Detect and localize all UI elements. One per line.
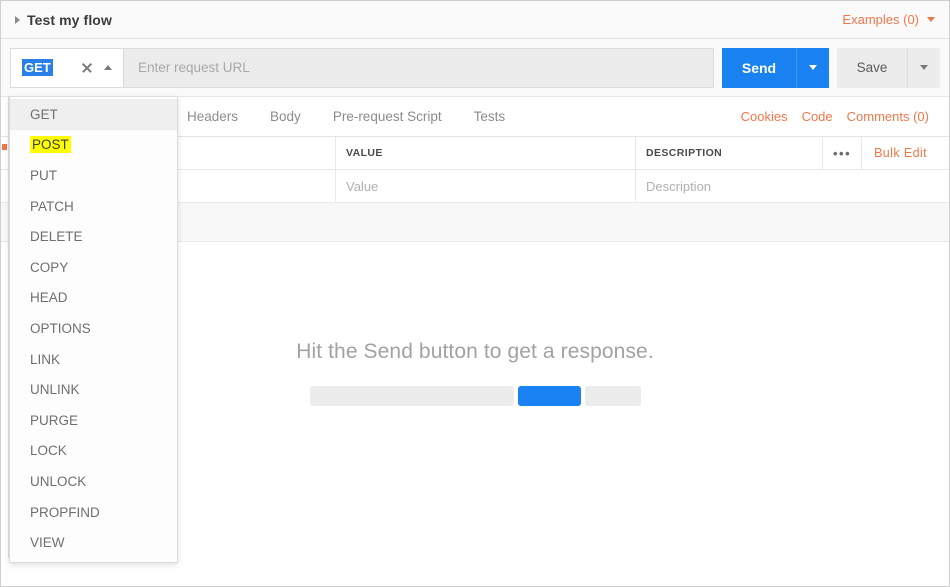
comments-link[interactable]: Comments (0) <box>847 109 929 124</box>
url-placeholder: Enter request URL <box>138 60 250 75</box>
chevron-down-icon <box>809 65 817 70</box>
placeholder-bar-right <box>584 386 641 406</box>
cookies-link[interactable]: Cookies <box>741 109 788 124</box>
cell-description-input[interactable]: Description <box>636 170 949 202</box>
close-icon[interactable] <box>81 62 93 74</box>
placeholder-bar-accent <box>517 386 581 406</box>
tab-body[interactable]: Body <box>254 97 317 136</box>
send-button[interactable]: Send <box>722 47 796 88</box>
method-option-label: VIEW <box>30 535 65 551</box>
send-button-group: Send <box>722 47 829 88</box>
method-option-lock[interactable]: LOCK <box>10 436 177 467</box>
method-option-get[interactable]: GET <box>10 99 177 130</box>
placeholder-bar-left <box>309 386 514 406</box>
method-option-label: UNLOCK <box>30 473 87 489</box>
response-empty-message: Hit the Send button to get a response. <box>296 340 654 363</box>
method-option-label: POST <box>30 136 71 154</box>
ellipsis-icon[interactable]: ••• <box>822 137 861 169</box>
active-request-marker <box>2 144 7 150</box>
cell-value-input[interactable]: Value <box>336 170 636 202</box>
url-input[interactable]: Enter request URL <box>124 48 713 87</box>
method-option-options[interactable]: OPTIONS <box>10 313 177 344</box>
method-url-group: GET Enter request URL <box>10 47 714 88</box>
method-option-unlink[interactable]: UNLINK <box>10 374 177 405</box>
method-option-label: DELETE <box>30 229 83 245</box>
method-option-label: COPY <box>30 259 69 275</box>
method-option-unlock[interactable]: UNLOCK <box>10 466 177 497</box>
method-option-label: LOCK <box>30 443 67 459</box>
code-link[interactable]: Code <box>802 109 833 124</box>
bulk-edit-button[interactable]: Bulk Edit <box>861 137 939 169</box>
response-placeholder-illustration <box>309 386 641 406</box>
method-option-view[interactable]: VIEW <box>10 527 177 558</box>
method-option-propfind[interactable]: PROPFIND <box>10 497 177 528</box>
method-option-label: PURGE <box>30 412 79 428</box>
request-utility-links: Cookies Code Comments (0) <box>741 109 933 124</box>
send-options-button[interactable] <box>796 47 829 88</box>
method-option-label: LINK <box>30 351 61 367</box>
method-option-link[interactable]: LINK <box>10 344 177 375</box>
save-button[interactable]: Save <box>837 47 907 88</box>
column-header-description-label: DESCRIPTION <box>646 147 723 159</box>
chevron-up-icon[interactable] <box>104 65 112 70</box>
method-option-purge[interactable]: PURGE <box>10 405 177 436</box>
triangle-right-icon[interactable] <box>15 15 20 24</box>
column-header-description: DESCRIPTION ••• Bulk Edit <box>636 137 949 169</box>
tab-tests[interactable]: Tests <box>458 97 522 136</box>
tab-pre-request-script[interactable]: Pre-request Script <box>317 97 458 136</box>
examples-dropdown[interactable]: Examples (0) <box>842 12 935 27</box>
method-option-head[interactable]: HEAD <box>10 283 177 314</box>
method-actions <box>81 62 112 74</box>
breadcrumb-label: Test my flow <box>27 11 112 28</box>
request-bar: GET Enter request URL Send Save <box>1 39 949 97</box>
method-option-label: PUT <box>30 167 57 183</box>
method-selector[interactable]: GET <box>11 48 124 87</box>
method-option-label: OPTIONS <box>30 320 91 336</box>
chevron-down-icon <box>920 65 928 70</box>
breadcrumb[interactable]: Test my flow <box>15 12 112 28</box>
tab-headers[interactable]: Headers <box>171 97 254 136</box>
table-header-tools: ••• Bulk Edit <box>822 137 939 169</box>
column-header-value: VALUE <box>336 137 636 169</box>
method-option-put[interactable]: PUT <box>10 160 177 191</box>
method-value: GET <box>22 59 53 76</box>
method-option-copy[interactable]: COPY <box>10 252 177 283</box>
method-option-label: PROPFIND <box>30 504 100 520</box>
method-option-label: HEAD <box>30 290 68 306</box>
examples-label: Examples (0) <box>842 12 919 27</box>
method-option-delete[interactable]: DELETE <box>10 221 177 252</box>
method-option-label: UNLINK <box>30 382 80 398</box>
save-options-button[interactable] <box>907 47 940 88</box>
method-option-post[interactable]: POST <box>10 130 177 161</box>
method-option-label: GET <box>30 106 58 122</box>
method-option-patch[interactable]: PATCH <box>10 191 177 222</box>
method-option-label: PATCH <box>30 198 74 214</box>
breadcrumb-bar: Test my flow Examples (0) <box>1 1 949 39</box>
chevron-down-icon[interactable] <box>927 17 935 22</box>
save-button-group: Save <box>837 47 940 88</box>
method-dropdown-menu[interactable]: GET POST PUT PATCH DELETE COPY HEAD OPTIONS LINK… <box>9 96 178 563</box>
